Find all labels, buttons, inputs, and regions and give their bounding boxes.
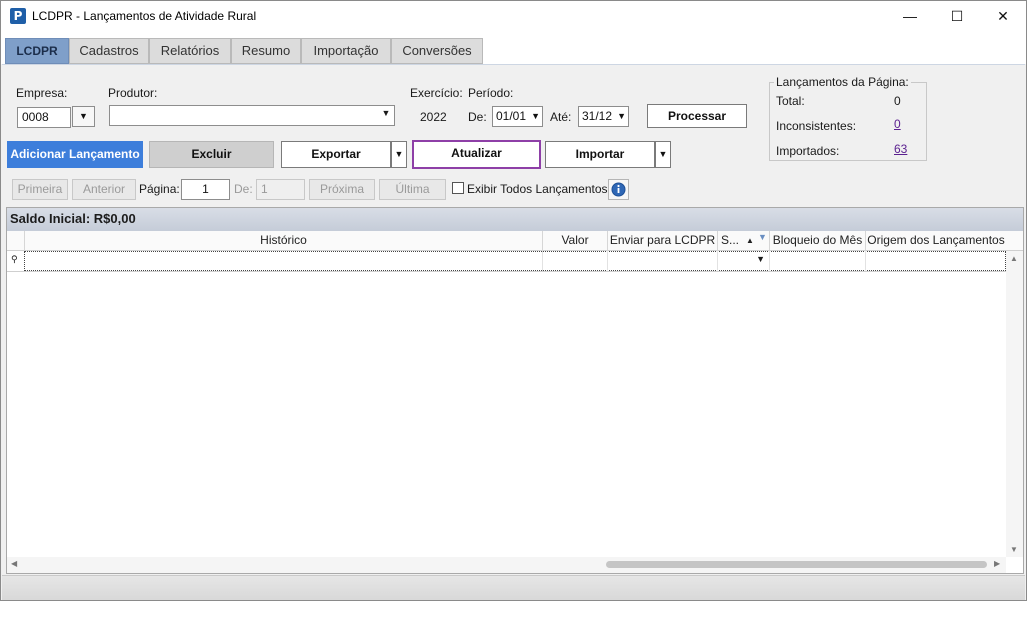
filter-cell-origem[interactable] <box>865 251 1006 271</box>
tab-importacao[interactable]: Importação <box>301 38 391 64</box>
main-tabs: LCDPR Cadastros Relatórios Resumo Import… <box>1 32 1026 64</box>
importados-link[interactable]: 63 <box>894 142 907 156</box>
minimize-button[interactable]: — <box>887 1 933 32</box>
produtor-label: Produtor: <box>108 86 158 100</box>
proxima-button[interactable]: Próxima <box>309 179 375 200</box>
horizontal-scroll-thumb[interactable] <box>606 561 987 568</box>
vertical-scrollbar[interactable]: ▲ ▼ <box>1006 251 1023 557</box>
scroll-right-icon[interactable]: ▶ <box>994 559 1000 568</box>
total-paginas-field: 1 <box>256 179 305 200</box>
importar-dropdown-button[interactable]: ▼ <box>655 141 671 168</box>
filter-cell-enviar[interactable] <box>607 251 717 271</box>
window-title: LCDPR - Lançamentos de Atividade Rural <box>32 9 257 23</box>
maximize-button[interactable]: ☐ <box>934 1 980 32</box>
ate-date-field[interactable]: 31/12 ▼ <box>578 106 629 127</box>
empresa-dropdown-button[interactable]: ▼ <box>72 106 95 127</box>
scroll-up-icon[interactable]: ▲ <box>1010 254 1018 263</box>
scroll-down-icon[interactable]: ▼ <box>1010 545 1018 554</box>
scroll-left-icon[interactable]: ◀ <box>11 559 17 568</box>
grid-header: Histórico Valor Enviar para LCDPR S... ▲… <box>7 231 1023 251</box>
row-indicator-header <box>7 231 24 251</box>
col-historico[interactable]: Histórico <box>24 231 542 251</box>
de-date-field[interactable]: 01/01 ▼ <box>492 106 543 127</box>
excluir-button[interactable]: Excluir <box>149 141 274 168</box>
filter-icon[interactable]: ▼ <box>758 231 767 247</box>
produtor-dropdown-arrow-icon[interactable]: ▼ <box>379 108 393 118</box>
col-valor[interactable]: Valor <box>542 231 607 251</box>
exercicio-value: 2022 <box>420 110 447 124</box>
primeira-button[interactable]: Primeira <box>12 179 68 200</box>
de-date-value: 01/01 <box>496 109 527 123</box>
horizontal-scrollbar[interactable]: ◀ ▶ <box>7 557 1006 573</box>
app-window: P LCDPR - Lançamentos de Atividade Rural… <box>0 0 1027 601</box>
tab-relatorios[interactable]: Relatórios <box>149 38 231 64</box>
col-s[interactable]: S... ▲ ▼ <box>717 231 769 251</box>
total-label: Total: <box>776 94 805 108</box>
inconsistentes-label: Inconsistentes: <box>776 119 857 133</box>
filter-row-icon: ⚲ <box>11 254 18 264</box>
close-button[interactable]: ✕ <box>980 1 1026 32</box>
exportar-dropdown-button[interactable]: ▼ <box>391 141 407 168</box>
col-enviar-lcdpr[interactable]: Enviar para LCDPR <box>607 231 717 251</box>
tab-lcdpr[interactable]: LCDPR <box>5 38 69 64</box>
app-logo-icon: P <box>10 8 26 24</box>
de-total-label: De: <box>234 182 253 196</box>
pagina-input[interactable]: 1 <box>181 179 230 200</box>
pagina-label: Página: <box>139 182 180 196</box>
info-icon <box>611 182 626 197</box>
processar-button[interactable]: Processar <box>647 104 747 128</box>
importar-button[interactable]: Importar <box>545 141 655 168</box>
periodo-label: Período: <box>468 86 514 100</box>
dropdown-arrow-icon: ▼ <box>658 149 668 159</box>
saldo-inicial: Saldo Inicial: R$0,00 <box>7 208 1023 231</box>
col-origem-lancamentos[interactable]: Origem dos Lançamentos <box>865 231 1006 251</box>
atualizar-button[interactable]: Atualizar <box>412 140 541 169</box>
de-label: De: <box>468 110 487 124</box>
status-bar <box>2 575 1025 600</box>
filter-cell-s[interactable]: ▼ <box>717 251 769 271</box>
summary-title: Lançamentos da Página: <box>774 75 911 89</box>
dropdown-arrow-icon: ▼ <box>394 149 404 159</box>
ultima-button[interactable]: Última <box>379 179 446 200</box>
grid-filter-row: ⚲ ▼ <box>7 251 1023 272</box>
sort-asc-icon: ▲ <box>746 236 754 245</box>
ate-label: Até: <box>550 110 572 124</box>
ate-dropdown-arrow-icon[interactable]: ▼ <box>617 107 626 126</box>
produtor-field[interactable] <box>109 105 395 126</box>
exibir-todos-label: Exibir Todos Lançamentos <box>467 182 608 196</box>
inconsistentes-link[interactable]: 0 <box>894 117 901 131</box>
tab-conversoes[interactable]: Conversões <box>391 38 483 64</box>
dropdown-arrow-icon: ▼ <box>79 111 88 121</box>
dropdown-arrow-icon[interactable]: ▼ <box>756 254 765 264</box>
filter-cell-bloqueio[interactable] <box>769 251 865 271</box>
exibir-todos-checkbox[interactable] <box>452 182 464 194</box>
anterior-button[interactable]: Anterior <box>72 179 136 200</box>
empresa-label: Empresa: <box>16 86 68 100</box>
title-bar: P LCDPR - Lançamentos de Atividade Rural… <box>1 1 1026 32</box>
tab-resumo[interactable]: Resumo <box>231 38 301 64</box>
importados-label: Importados: <box>776 144 840 158</box>
total-value: 0 <box>894 94 901 108</box>
col-s-label: S... <box>721 233 740 247</box>
ate-date-value: 31/12 <box>582 109 613 123</box>
tab-cadastros[interactable]: Cadastros <box>69 38 149 64</box>
exportar-button[interactable]: Exportar <box>281 141 391 168</box>
col-bloqueio-mes[interactable]: Bloqueio do Mês <box>769 231 865 251</box>
empresa-field[interactable]: 0008 <box>17 107 71 128</box>
filter-cell-valor[interactable] <box>542 251 607 271</box>
info-button[interactable] <box>608 179 629 200</box>
de-dropdown-arrow-icon[interactable]: ▼ <box>531 107 540 126</box>
exercicio-label: Exercício: <box>410 86 463 100</box>
lancamentos-grid: Saldo Inicial: R$0,00 Histórico Valor En… <box>6 207 1024 574</box>
adicionar-lancamento-button[interactable]: Adicionar Lançamento <box>7 141 143 168</box>
